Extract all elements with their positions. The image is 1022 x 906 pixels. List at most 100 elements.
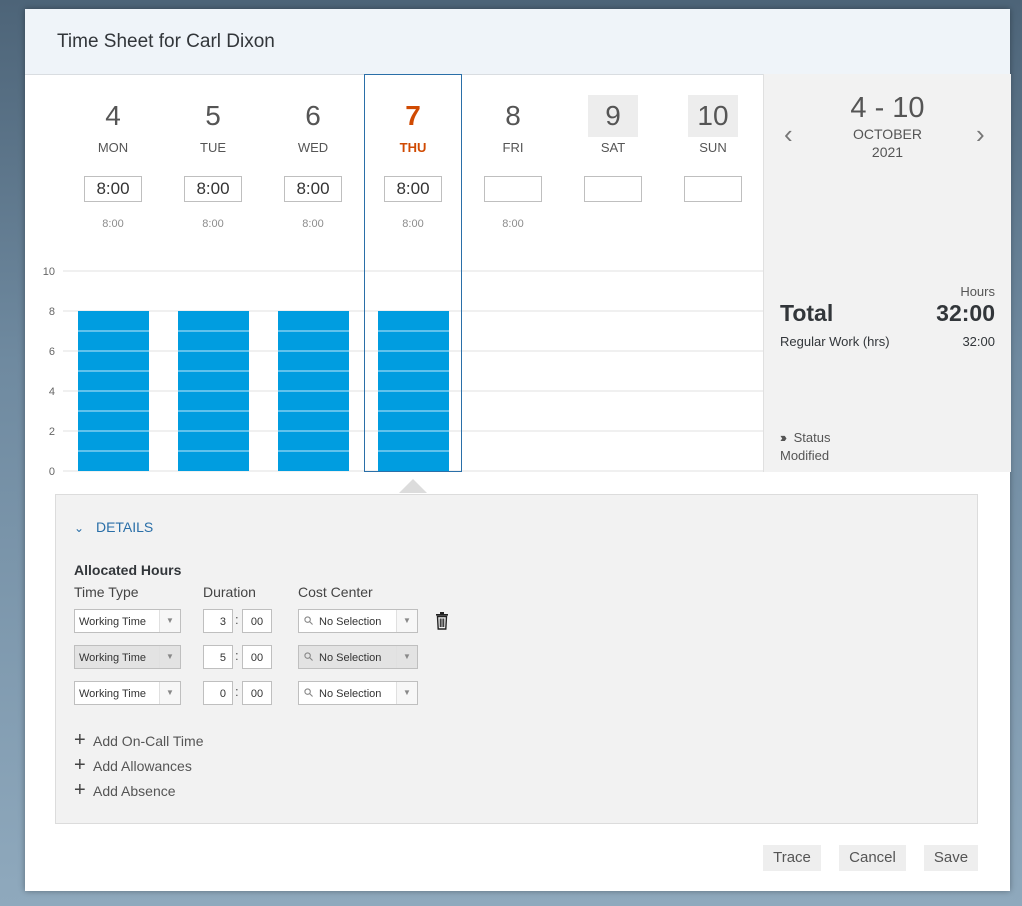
day-hours-input[interactable] xyxy=(684,176,742,202)
day-target-hours: 8:00 xyxy=(502,218,524,230)
day-target-hours: 8:00 xyxy=(302,218,324,230)
day-hours-input[interactable]: 8:00 xyxy=(84,176,142,202)
day-number: 6 xyxy=(305,100,321,131)
time-type-value: Working Time xyxy=(79,688,147,700)
duration-separator: : xyxy=(235,648,239,663)
day-target-hours: 8:00 xyxy=(402,218,424,230)
total-label: Total xyxy=(780,300,834,326)
day-number: 7 xyxy=(405,100,421,131)
dialog-header: Time Sheet for Carl Dixon xyxy=(25,9,1010,75)
day-hours-input[interactable]: 8:00 xyxy=(384,176,442,202)
dropdown-arrow-icon[interactable]: ▼ xyxy=(396,646,417,668)
time-type-select[interactable]: Working Time ▼ xyxy=(74,645,181,669)
save-button[interactable]: Save xyxy=(924,845,978,871)
add-on-call-label: Add On-Call Time xyxy=(93,733,204,749)
y-tick-label: 10 xyxy=(43,266,55,278)
regular-work-value: 32:00 xyxy=(962,334,995,349)
y-tick-label: 6 xyxy=(49,346,55,358)
duration-minutes-input[interactable]: 00 xyxy=(242,609,272,633)
y-tick-label: 2 xyxy=(49,426,55,438)
col-cost-center: Cost Center xyxy=(298,584,373,600)
day-target-hours: 8:00 xyxy=(202,218,224,230)
cancel-button[interactable]: Cancel xyxy=(839,845,906,871)
day-hours-input[interactable]: 8:00 xyxy=(184,176,242,202)
search-icon xyxy=(304,616,313,625)
cost-center-value: No Selection xyxy=(319,688,382,700)
day-number: 8 xyxy=(505,100,521,131)
add-absence-label: Add Absence xyxy=(93,783,176,799)
dropdown-arrow-icon[interactable]: ▼ xyxy=(159,646,180,668)
day-target-hours: 8:00 xyxy=(102,218,124,230)
y-tick-label: 0 xyxy=(49,466,55,478)
y-tick-label: 4 xyxy=(49,386,55,398)
day-name: WED xyxy=(297,140,329,155)
status-value: Modified xyxy=(780,448,830,463)
add-absence-link[interactable]: + Add Absence xyxy=(74,780,176,800)
details-panel: ⌄ DETAILS Allocated Hours Time Type Dura… xyxy=(55,494,978,824)
day-name: FRI xyxy=(502,140,524,155)
dropdown-arrow-icon[interactable]: ▼ xyxy=(159,610,180,632)
day-number: 4 xyxy=(105,100,121,131)
chart-svg: 0 2 4 6 8 10 xyxy=(43,266,763,478)
duration-hours-input[interactable]: 0 xyxy=(203,681,233,705)
cost-center-value: No Selection xyxy=(319,652,382,664)
dropdown-arrow-icon[interactable]: ▼ xyxy=(159,682,180,704)
trash-icon[interactable] xyxy=(434,612,450,630)
y-tick-label: 8 xyxy=(49,306,55,318)
cost-center-value: No Selection xyxy=(319,616,382,628)
duration-minutes-input[interactable]: 00 xyxy=(242,645,272,669)
col-time-type: Time Type xyxy=(74,584,139,600)
dropdown-arrow-icon[interactable]: ▼ xyxy=(396,682,417,704)
duration-hours-input[interactable]: 5 xyxy=(203,645,233,669)
trace-button[interactable]: Trace xyxy=(763,845,821,871)
dropdown-arrow-icon[interactable]: ▼ xyxy=(396,610,417,632)
add-allowances-link[interactable]: + Add Allowances xyxy=(74,755,192,775)
regular-work-label: Regular Work (hrs) xyxy=(780,334,890,349)
hours-header: Hours xyxy=(960,284,995,299)
duration-separator: : xyxy=(235,612,239,627)
dialog-title: Time Sheet for Carl Dixon xyxy=(57,31,275,52)
week-range: 4 - 10 xyxy=(850,92,925,124)
day-number: 5 xyxy=(205,100,221,131)
cost-center-select[interactable]: No Selection ▼ xyxy=(298,681,418,705)
day-name: THU xyxy=(399,140,427,155)
duration-minutes-input[interactable]: 00 xyxy=(242,681,272,705)
day-hours-input[interactable] xyxy=(484,176,542,202)
status-label: Status xyxy=(793,430,831,445)
status-row: ››› Status xyxy=(780,430,830,445)
time-type-select[interactable]: Working Time ▼ xyxy=(74,609,181,633)
total-value: 32:00 xyxy=(936,300,995,326)
details-pointer xyxy=(399,479,427,493)
time-type-value: Working Time xyxy=(79,652,147,664)
week-month: OCTOBER xyxy=(853,126,922,142)
day-number: 9 xyxy=(588,95,638,137)
duration-separator: : xyxy=(235,684,239,699)
week-summary-panel: ‹ 4 - 10 OCTOBER 2021 › Hours Total 32:0… xyxy=(763,74,1011,472)
cost-center-select[interactable]: No Selection ▼ xyxy=(298,609,418,633)
week-year: 2021 xyxy=(871,144,904,160)
time-type-value: Working Time xyxy=(79,616,147,628)
day-name: SAT xyxy=(600,140,626,155)
status-arrows-icon: ››› xyxy=(780,430,787,445)
cost-center-select[interactable]: No Selection ▼ xyxy=(298,645,418,669)
timesheet-dialog: Time Sheet for Carl Dixon 4 MON 8:00 8:0… xyxy=(25,9,1011,891)
chevron-right-icon[interactable]: › xyxy=(976,119,985,150)
allocated-hours-title: Allocated Hours xyxy=(74,562,182,578)
day-hours-input[interactable]: 8:00 xyxy=(284,176,342,202)
search-icon xyxy=(304,688,313,697)
chevron-down-icon: ⌄ xyxy=(74,521,85,535)
details-toggle[interactable]: ⌄ DETAILS xyxy=(74,519,153,535)
day-name: TUE xyxy=(200,140,226,155)
col-duration: Duration xyxy=(203,584,256,600)
duration-hours-input[interactable]: 3 xyxy=(203,609,233,633)
search-icon xyxy=(304,652,313,661)
time-type-select[interactable]: Working Time ▼ xyxy=(74,681,181,705)
day-name: MON xyxy=(97,140,129,155)
details-toggle-label: DETAILS xyxy=(95,519,154,535)
plus-icon: + xyxy=(74,729,86,751)
day-name: SUN xyxy=(699,140,727,155)
add-on-call-time-link[interactable]: + Add On-Call Time xyxy=(74,729,204,751)
hours-bar-chart: 0 2 4 6 8 10 xyxy=(25,259,765,479)
add-allowances-label: Add Allowances xyxy=(93,758,192,774)
day-hours-input[interactable] xyxy=(584,176,642,202)
